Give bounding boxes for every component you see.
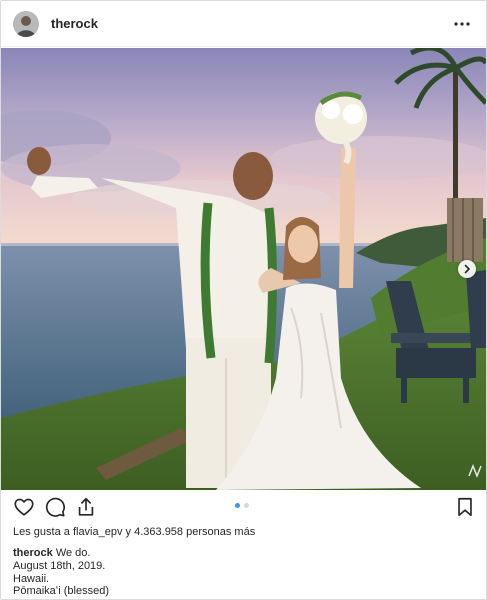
carousel-dot xyxy=(244,503,249,508)
post-actions xyxy=(1,492,486,522)
comment-icon[interactable] xyxy=(44,496,66,518)
likes-middle: y xyxy=(125,526,132,538)
caption-username[interactable]: therock xyxy=(13,547,53,559)
post-photo[interactable] xyxy=(1,48,486,490)
profile-avatar[interactable] xyxy=(13,10,39,37)
carousel-indicator xyxy=(235,503,249,508)
caption-line: Pōmaikaʻi (blessed) xyxy=(13,585,109,598)
caption-line: August 18th, 2019. xyxy=(13,559,106,572)
post-author-username[interactable]: therock xyxy=(51,16,450,31)
heart-icon[interactable] xyxy=(13,496,35,518)
caption-line: Hawaii. xyxy=(13,572,50,585)
more-options-icon[interactable] xyxy=(450,12,474,36)
likes-summary: Les gusta a flavia_epv y 4.363.958 perso… xyxy=(13,526,255,538)
share-icon[interactable] xyxy=(75,496,97,518)
carousel-dot-active xyxy=(235,503,240,508)
likes-count[interactable]: 4.363.958 xyxy=(134,526,183,538)
likes-prefix: Les gusta a xyxy=(13,526,70,538)
post-caption: therock We do. August 18th, 2019. Hawaii… xyxy=(13,547,109,598)
caption-text: We do. xyxy=(55,547,91,559)
instagram-post: therock Les gusta a flavia_epv y 4.363.9… xyxy=(0,0,487,600)
post-header: therock xyxy=(1,1,486,47)
bookmark-icon[interactable] xyxy=(454,496,476,518)
likes-suffix: personas más xyxy=(186,526,256,538)
chevron-right-icon[interactable] xyxy=(458,260,476,278)
liked-by-username[interactable]: flavia_epv xyxy=(73,526,123,538)
